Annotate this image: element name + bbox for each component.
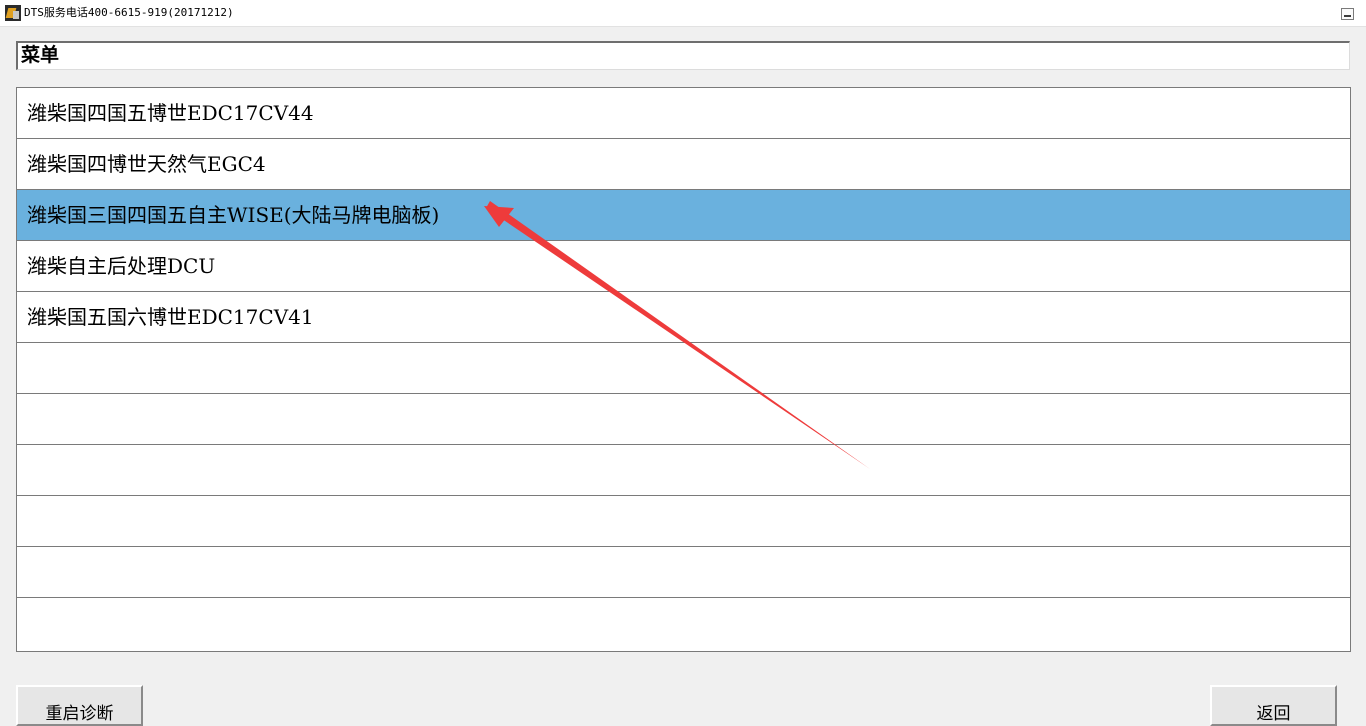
list-item[interactable]: 潍柴自主后处理DCU bbox=[17, 241, 1350, 292]
back-button[interactable]: 返回 bbox=[1210, 685, 1337, 726]
list-item[interactable]: 潍柴国四国五博世EDC17CV44 bbox=[17, 88, 1350, 139]
restart-diagnosis-label: 重启诊断 bbox=[45, 704, 114, 724]
window-title: DTS服务电话400-6615-919(20171212) bbox=[24, 6, 234, 19]
menu-header: 菜单 bbox=[16, 41, 1350, 70]
minimize-button[interactable] bbox=[1341, 8, 1354, 20]
list-item[interactable] bbox=[17, 343, 1350, 394]
list-item[interactable]: 潍柴国四博世天然气EGC4 bbox=[17, 139, 1350, 190]
list-item[interactable] bbox=[17, 496, 1350, 547]
menu-header-label: 菜单 bbox=[21, 44, 60, 66]
app-logo-icon bbox=[5, 5, 21, 21]
title-bar: DTS服务电话400-6615-919(20171212) bbox=[0, 0, 1366, 27]
menu-list: 潍柴国四国五博世EDC17CV44 潍柴国四博世天然气EGC4 潍柴国三国四国五… bbox=[16, 87, 1351, 652]
list-item-label: 潍柴国四国五博世EDC17CV44 bbox=[27, 101, 314, 125]
list-item[interactable] bbox=[17, 547, 1350, 598]
list-item[interactable] bbox=[17, 598, 1350, 649]
list-item[interactable]: 潍柴国五国六博世EDC17CV41 bbox=[17, 292, 1350, 343]
list-item-label: 潍柴国三国四国五自主WISE(大陆马牌电脑板) bbox=[27, 203, 440, 227]
list-item-label: 潍柴国五国六博世EDC17CV41 bbox=[27, 305, 314, 329]
back-label: 返回 bbox=[1256, 704, 1291, 724]
list-item-label: 潍柴自主后处理DCU bbox=[27, 254, 216, 278]
restart-diagnosis-button[interactable]: 重启诊断 bbox=[16, 685, 143, 726]
list-item[interactable] bbox=[17, 445, 1350, 496]
list-item[interactable]: 潍柴国三国四国五自主WISE(大陆马牌电脑板) bbox=[17, 190, 1350, 241]
list-item[interactable] bbox=[17, 394, 1350, 445]
list-item-label: 潍柴国四博世天然气EGC4 bbox=[27, 152, 266, 176]
